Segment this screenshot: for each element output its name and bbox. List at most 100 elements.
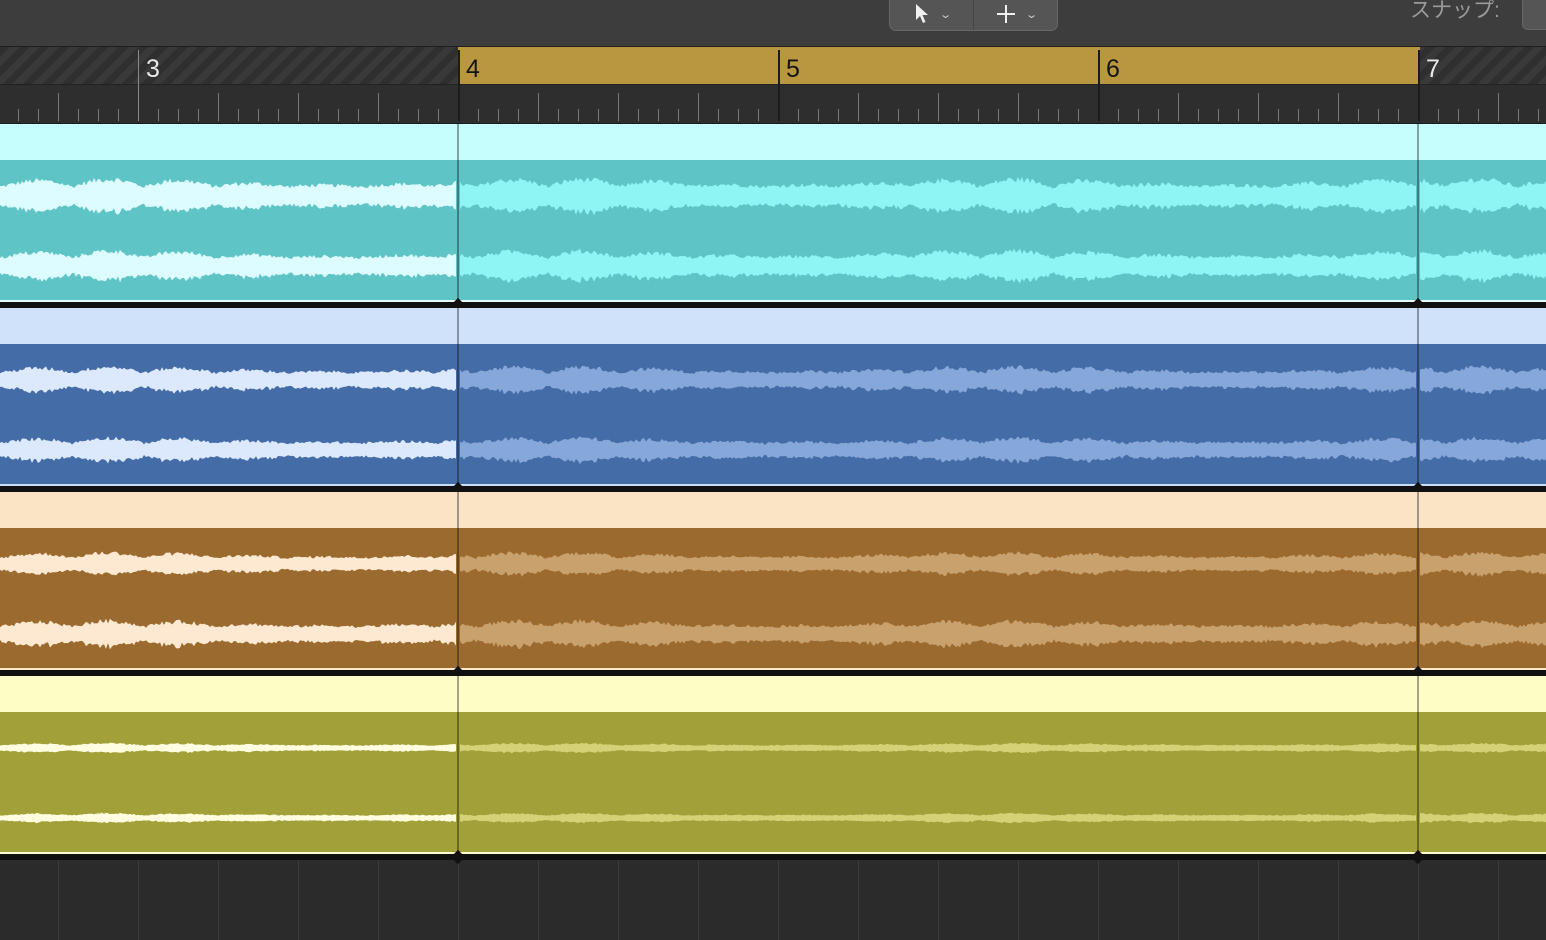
- waveform-channel: [1420, 178, 1546, 214]
- ruler-tick: [818, 109, 819, 121]
- grid-line: [698, 854, 699, 940]
- grid-line: [1178, 854, 1179, 940]
- grid-line: [1498, 854, 1499, 940]
- grid-line: [778, 854, 779, 940]
- region-body[interactable]: [0, 344, 1546, 486]
- ruler-tick: [478, 109, 479, 121]
- ruler-tick: [618, 93, 619, 121]
- region-split-line[interactable]: [1417, 492, 1419, 670]
- bar-number-4: 4: [466, 55, 480, 83]
- track-separator: [0, 854, 1546, 860]
- bar-line-7: [1418, 50, 1420, 121]
- ruler-tick: [578, 109, 579, 121]
- track-4[interactable]: [0, 676, 1546, 854]
- grid-line: [618, 854, 619, 940]
- region-split-line[interactable]: [1417, 308, 1419, 486]
- bar-line-5: [778, 50, 780, 121]
- ruler-tick: [658, 109, 659, 121]
- ruler-tick: [1038, 109, 1039, 121]
- waveform-channel: [0, 249, 456, 283]
- waveform: [0, 551, 1546, 650]
- waveform-channel: [460, 176, 1416, 216]
- grid-line: [1258, 854, 1259, 940]
- ruler-tick: [1438, 109, 1439, 121]
- region-header[interactable]: [0, 308, 1546, 344]
- crosshair-icon: [996, 5, 1015, 23]
- region-split-line[interactable]: [457, 124, 459, 302]
- waveform-channel: [460, 742, 1416, 754]
- bar-number-7: 7: [1426, 55, 1440, 83]
- marquee-tool-button[interactable]: ⌄: [974, 0, 1057, 30]
- ruler-tick: [1518, 109, 1519, 121]
- region-header[interactable]: [0, 676, 1546, 712]
- ruler-tick: [1138, 109, 1139, 121]
- region-split-line[interactable]: [457, 492, 459, 670]
- ruler-tick: [78, 109, 79, 121]
- region-body[interactable]: [0, 712, 1546, 854]
- cycle-region[interactable]: [458, 47, 1420, 84]
- ruler-tick: [958, 109, 959, 121]
- waveform-channel: [0, 742, 456, 753]
- ruler-tick: [938, 93, 939, 121]
- bar-line-4: [458, 50, 460, 121]
- pointer-tool-button[interactable]: ⌄: [890, 0, 974, 30]
- ruler-tick: [1458, 109, 1459, 121]
- waveform-channel: [460, 248, 1416, 284]
- track-1[interactable]: [0, 124, 1546, 302]
- ruler-tick: [318, 109, 319, 121]
- waveform-channel: [460, 436, 1416, 464]
- timeline-ruler[interactable]: 3 4 5 6 7: [0, 47, 1546, 124]
- ruler-tick: [518, 109, 519, 121]
- ruler-tick: [758, 109, 759, 121]
- region-split-line[interactable]: [1417, 676, 1419, 854]
- region-header[interactable]: [0, 492, 1546, 528]
- ruler-tick: [1118, 109, 1119, 121]
- ruler-tick: [1018, 93, 1019, 121]
- region-body[interactable]: [0, 160, 1546, 302]
- ruler-ticks: [0, 85, 1546, 124]
- ruler-tick: [358, 109, 359, 121]
- region-split-line[interactable]: [457, 676, 459, 854]
- waveform-channel: [1420, 365, 1546, 395]
- ruler-tick: [18, 109, 19, 121]
- ruler-tick: [978, 109, 979, 121]
- waveform: [0, 364, 1546, 464]
- track-2[interactable]: [0, 308, 1546, 486]
- waveform-channel: [1420, 551, 1546, 577]
- grid-line: [458, 854, 459, 940]
- ruler-tick: [398, 109, 399, 121]
- grid-line: [1418, 854, 1419, 940]
- ruler-tick: [1278, 109, 1279, 121]
- ruler-tick: [918, 109, 919, 121]
- ruler-tick: [258, 109, 259, 121]
- bar-number-3: 3: [146, 55, 160, 83]
- ruler-tick: [1198, 109, 1199, 121]
- grid-line: [938, 854, 939, 940]
- ruler-tick: [1338, 93, 1339, 121]
- waveform-channel: [460, 364, 1416, 395]
- waveform: [0, 742, 1546, 824]
- waveform: [0, 176, 1546, 284]
- region-split-line[interactable]: [1417, 124, 1419, 302]
- ruler-tick: [1158, 109, 1159, 121]
- ruler-tick: [1538, 109, 1539, 121]
- waveform-channel: [0, 436, 456, 464]
- ruler-tick: [878, 109, 879, 121]
- track-3[interactable]: [0, 492, 1546, 670]
- grid-line: [218, 854, 219, 940]
- ruler-tick: [1058, 109, 1059, 121]
- ruler-tick: [598, 109, 599, 121]
- ruler-tick: [298, 93, 299, 121]
- pointer-arrow-icon: [915, 4, 928, 23]
- region-split-line[interactable]: [457, 308, 459, 486]
- tracks-area: [0, 124, 1546, 940]
- snap-dropdown[interactable]: [1522, 0, 1546, 30]
- ruler-bar-area[interactable]: [0, 47, 1546, 85]
- grid-line: [1018, 854, 1019, 940]
- region-header[interactable]: [0, 124, 1546, 160]
- ruler-tick: [1358, 109, 1359, 121]
- ruler-tick: [38, 109, 39, 121]
- region-body[interactable]: [0, 528, 1546, 670]
- bar-line-3: [138, 50, 139, 121]
- ruler-tick: [738, 109, 739, 121]
